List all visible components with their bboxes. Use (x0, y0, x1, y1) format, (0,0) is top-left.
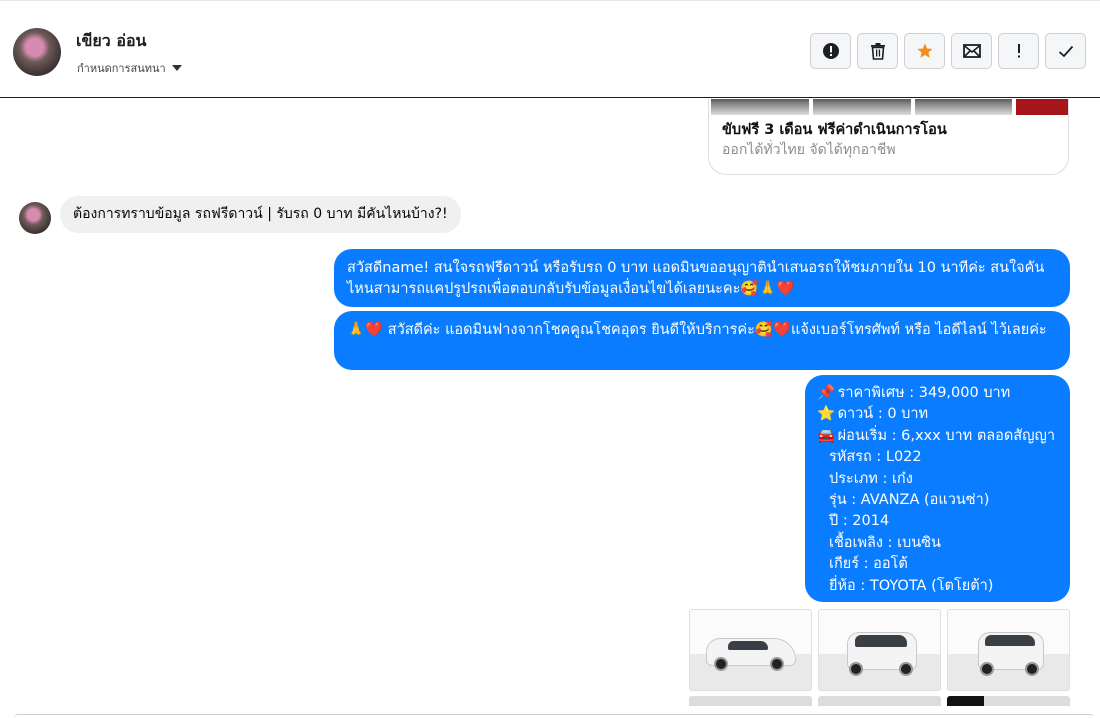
header-actions (810, 33, 1086, 69)
ad-card[interactable]: ขับฟรี 3 เดือน ฟรีค่าดำเนินการโอน ออกได้… (708, 99, 1069, 175)
message-thread[interactable]: ขับฟรี 3 เดือน ฟรีค่าดำเนินการโอน ออกได้… (0, 99, 1100, 717)
detail-fuel: เชื้อเพลิง : เบนซิน (829, 534, 941, 551)
car-photo[interactable] (818, 696, 941, 706)
envelope-icon (962, 44, 981, 58)
outgoing-message: 🙏❤️ สวัสดีค่ะ แอดมินฟางจากโชคคูณโชคอุดร … (334, 311, 1070, 370)
car-photo-grid-next-row (689, 696, 1070, 706)
detail-model: รุ่น : AVANZA (อแวนซ่า) (829, 492, 990, 509)
conversation-schedule-label: กำหนดการสนทนา (77, 62, 166, 75)
detail-price: ราคาพิเศษ : 349,000 บาท (837, 385, 1011, 401)
car-photo[interactable] (818, 609, 941, 691)
trash-icon (870, 43, 885, 60)
pin-icon: 📌 (817, 385, 836, 401)
delete-button[interactable] (857, 33, 898, 69)
ad-card-image (709, 99, 1068, 115)
star-emoji-icon: ⭐ (817, 406, 836, 423)
detail-down: ดาวน์ : 0 บาท (837, 406, 929, 423)
checkmark-icon (1058, 45, 1073, 57)
detail-type: ประเภท : เก๋ง (829, 470, 913, 487)
car-photo[interactable] (689, 696, 812, 706)
star-button[interactable] (904, 33, 945, 69)
outgoing-message: สวัสดีname! สนใจรถฟรีดาวน์ หรือรับรถ 0 บ… (334, 249, 1070, 307)
detail-year: ปี : 2014 (829, 513, 890, 530)
car-photo[interactable] (947, 696, 1070, 706)
mark-done-button[interactable] (1045, 33, 1086, 69)
composer-edge (14, 714, 1094, 718)
contact-avatar[interactable] (13, 28, 61, 76)
contact-name[interactable]: เขียว อ่อน (76, 29, 147, 54)
detail-gear: เกียร์ : ออโต้ (829, 556, 908, 573)
car-photo[interactable] (947, 609, 1070, 691)
star-icon (917, 43, 932, 58)
car-emoji-icon: 🚘 (817, 427, 836, 444)
conversation-header: เขียว อ่อน กำหนดการสนทนา (0, 0, 1100, 98)
ad-card-title: ขับฟรี 3 เดือน ฟรีค่าดำเนินการโอน (722, 122, 947, 138)
incoming-message: ต้องการทราบข้อมูล รถฟรีดาวน์ | รับรถ 0 บ… (60, 196, 461, 233)
car-details-message: 📌 ราคาพิเศษ : 349,000 บาท ⭐ ดาวน์ : 0 บา… (805, 375, 1070, 602)
report-button[interactable] (810, 33, 851, 69)
car-photo[interactable] (689, 609, 812, 691)
car-photo-grid (689, 609, 1070, 691)
sender-avatar (19, 202, 51, 234)
alert-circle-icon (822, 43, 839, 59)
conversation-schedule-dropdown[interactable]: กำหนดการสนทนา (77, 59, 182, 77)
detail-brand: ยี่ห้อ : TOYOTA (โตโยต้า) (829, 577, 994, 594)
mark-important-button[interactable] (998, 33, 1039, 69)
caret-down-icon (171, 65, 182, 71)
mail-button[interactable] (951, 33, 992, 69)
detail-installment: ผ่อนเริ่ม : 6,xxx บาท ตลอดสัญญา (837, 427, 1055, 444)
exclamation-icon (1017, 44, 1020, 58)
detail-code: รหัสรถ : L022 (829, 449, 922, 466)
ad-card-subtitle: ออกได้ทั่วไทย จัดได้ทุกอาชีพ (722, 142, 896, 158)
